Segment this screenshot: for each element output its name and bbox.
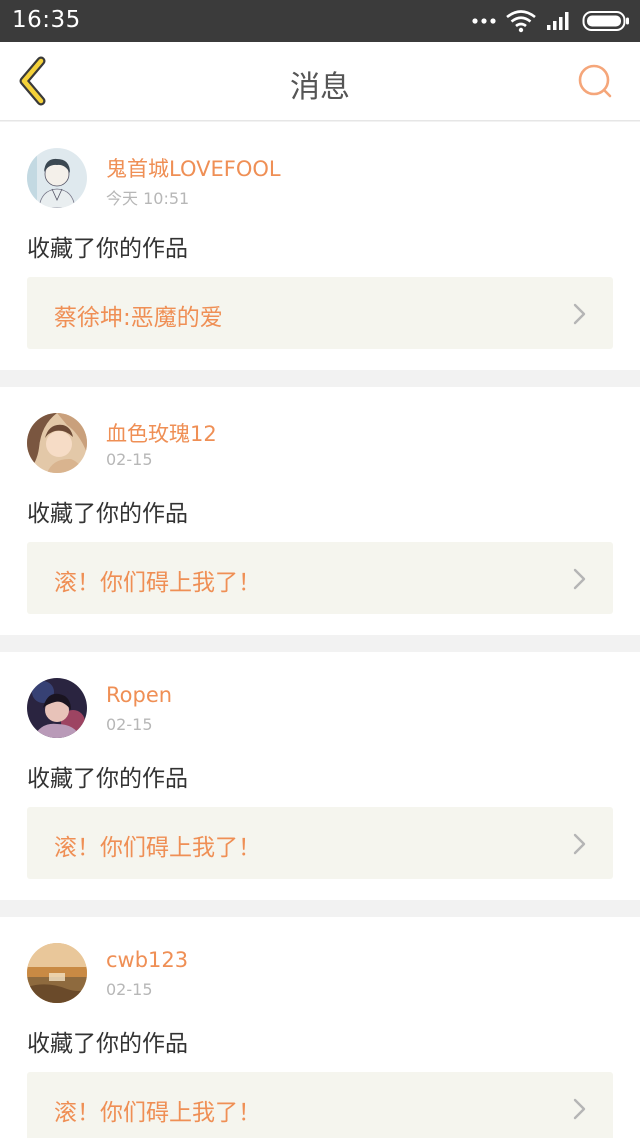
timestamp: 02-15	[106, 450, 153, 469]
chevron-right-icon	[573, 833, 586, 855]
wifi-icon	[506, 10, 536, 33]
search-button[interactable]	[576, 62, 614, 100]
work-title: 滚！你们碍上我了！	[54, 835, 261, 861]
message-card: cwb123 02-15 收藏了你的作品 滚！你们碍上我了！	[0, 917, 640, 1138]
work-title: 蔡徐坤:恶魔的爱	[54, 305, 223, 331]
username[interactable]: 血色玫瑰12	[106, 418, 217, 448]
avatar[interactable]	[27, 943, 87, 1003]
timestamp: 02-15	[106, 980, 153, 999]
message-card: 鬼首城LOVEFOOL 今天 10:51 收藏了你的作品 蔡徐坤:恶魔的爱	[0, 122, 640, 370]
username[interactable]: cwb123	[106, 948, 188, 972]
action-text: 收藏了你的作品	[27, 766, 188, 792]
username[interactable]: 鬼首城LOVEFOOL	[106, 153, 281, 183]
work-title: 滚！你们碍上我了！	[54, 1100, 261, 1126]
work-title: 滚！你们碍上我了！	[54, 570, 261, 596]
search-icon	[578, 64, 612, 98]
timestamp: 今天 10:51	[106, 189, 190, 208]
work-link[interactable]: 蔡徐坤:恶魔的爱	[27, 277, 613, 349]
timestamp: 02-15	[106, 715, 153, 734]
chevron-right-icon	[573, 1098, 586, 1120]
status-icons	[472, 8, 630, 34]
status-bar: 16:35	[0, 0, 640, 42]
battery-icon	[582, 11, 629, 31]
avatar[interactable]	[27, 148, 87, 208]
avatar[interactable]	[27, 413, 87, 473]
status-time: 16:35	[12, 7, 81, 33]
work-link[interactable]: 滚！你们碍上我了！	[27, 807, 613, 879]
work-link[interactable]: 滚！你们碍上我了！	[27, 1072, 613, 1138]
action-text: 收藏了你的作品	[27, 501, 188, 527]
signal-icon	[547, 12, 569, 30]
header-bar: 消息	[0, 42, 640, 121]
chevron-right-icon	[573, 303, 586, 325]
username[interactable]: Ropen	[106, 683, 172, 707]
action-text: 收藏了你的作品	[27, 1031, 188, 1057]
message-card: 血色玫瑰12 02-15 收藏了你的作品 滚！你们碍上我了！	[0, 387, 640, 635]
more-dots-icon	[472, 18, 496, 24]
page-title: 消息	[290, 70, 350, 105]
work-link[interactable]: 滚！你们碍上我了！	[27, 542, 613, 614]
action-text: 收藏了你的作品	[27, 236, 188, 262]
chevron-right-icon	[573, 568, 586, 590]
avatar[interactable]	[27, 678, 87, 738]
message-card: Ropen 02-15 收藏了你的作品 滚！你们碍上我了！	[0, 652, 640, 900]
message-list: 鬼首城LOVEFOOL 今天 10:51 收藏了你的作品 蔡徐坤:恶魔的爱 血色…	[0, 122, 640, 1138]
